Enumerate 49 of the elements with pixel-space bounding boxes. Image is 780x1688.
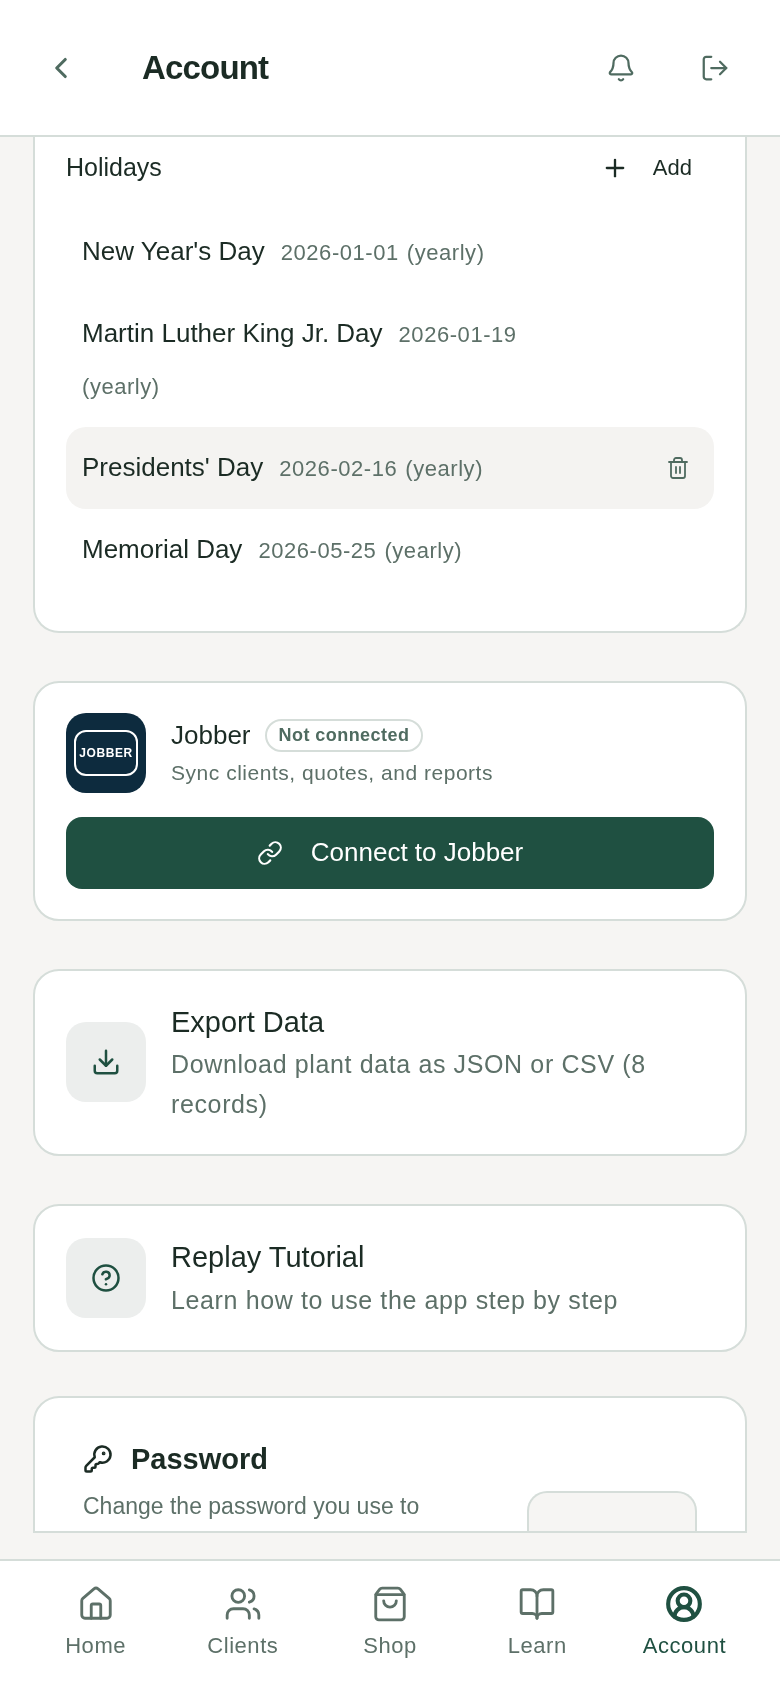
holiday-date: 2026-01-01 xyxy=(280,238,399,267)
holiday-row[interactable]: Presidents' Day 2026-02-16 (yearly) xyxy=(66,426,714,509)
nav-tab[interactable]: Clients xyxy=(169,1585,317,1662)
action-card[interactable]: Export Data Download plant data as JSON or CSV (8 records) xyxy=(33,968,747,1156)
holiday-name: New Year's Day xyxy=(82,234,265,268)
holiday-name: Presidents' Day xyxy=(82,450,264,484)
nav-tab[interactable]: Home xyxy=(22,1585,170,1662)
integration-name: Jobber xyxy=(171,719,251,753)
bell-icon xyxy=(606,52,636,83)
nav-tab[interactable]: Shop xyxy=(316,1585,464,1662)
holiday-date: 2026-01-19 xyxy=(398,320,517,349)
user-circle-icon xyxy=(665,1585,704,1623)
page-title: Account xyxy=(142,47,269,88)
connect-button[interactable]: Connect to Jobber xyxy=(66,816,714,889)
jobber-logo: JOBBER xyxy=(66,712,146,793)
holiday-date: 2026-02-16 xyxy=(279,454,398,483)
shopping-bag-icon xyxy=(371,1585,409,1623)
action-description: Download plant data as JSON or CSV (8 records) xyxy=(171,1049,647,1120)
password-title: Password xyxy=(131,1441,268,1477)
notifications-button[interactable] xyxy=(606,52,636,83)
holiday-name: Martin Luther King Jr. Day xyxy=(82,316,383,350)
repeat-label: (yearly) xyxy=(405,454,484,483)
repeat-label: (yearly) xyxy=(384,536,463,565)
repeat-label: (yearly) xyxy=(82,372,160,401)
action-title: Export Data xyxy=(171,1004,326,1040)
holiday-date: 2026-05-25 xyxy=(258,536,377,565)
add-button[interactable]: Add xyxy=(600,151,692,185)
action-description: Learn how to use the app step by step xyxy=(171,1284,619,1316)
link-icon xyxy=(256,839,283,866)
key-icon xyxy=(83,1444,113,1475)
section-title: Holidays xyxy=(66,152,162,183)
holiday-row[interactable]: Martin Luther King Jr. Day 2026-01-19 (yearly) xyxy=(66,292,714,427)
holiday-name: Memorial Day xyxy=(82,532,243,566)
action-title: Replay Tutorial xyxy=(171,1240,366,1275)
nav-tab[interactable]: Learn xyxy=(463,1585,611,1662)
nav-tab[interactable]: Account xyxy=(610,1585,758,1662)
password-description: Change the password you use to xyxy=(83,1492,421,1521)
action-card[interactable]: Replay Tutorial Learn how to use the app step by step xyxy=(33,1204,747,1352)
book-icon xyxy=(518,1585,557,1623)
status-badge: Not connected xyxy=(264,719,424,753)
holiday-row[interactable]: New Year's Day 2026-01-01 (yearly) xyxy=(66,210,714,293)
help-icon xyxy=(91,1262,121,1293)
holiday-row[interactable]: Memorial Day 2026-05-25 (yearly) xyxy=(66,508,714,591)
delete-button[interactable] xyxy=(666,455,690,480)
people-icon xyxy=(223,1585,262,1623)
download-icon xyxy=(91,1047,121,1078)
trash-icon xyxy=(666,455,690,480)
repeat-label: (yearly) xyxy=(406,238,485,267)
integration-description: Sync clients, quotes, and reports xyxy=(171,760,493,787)
